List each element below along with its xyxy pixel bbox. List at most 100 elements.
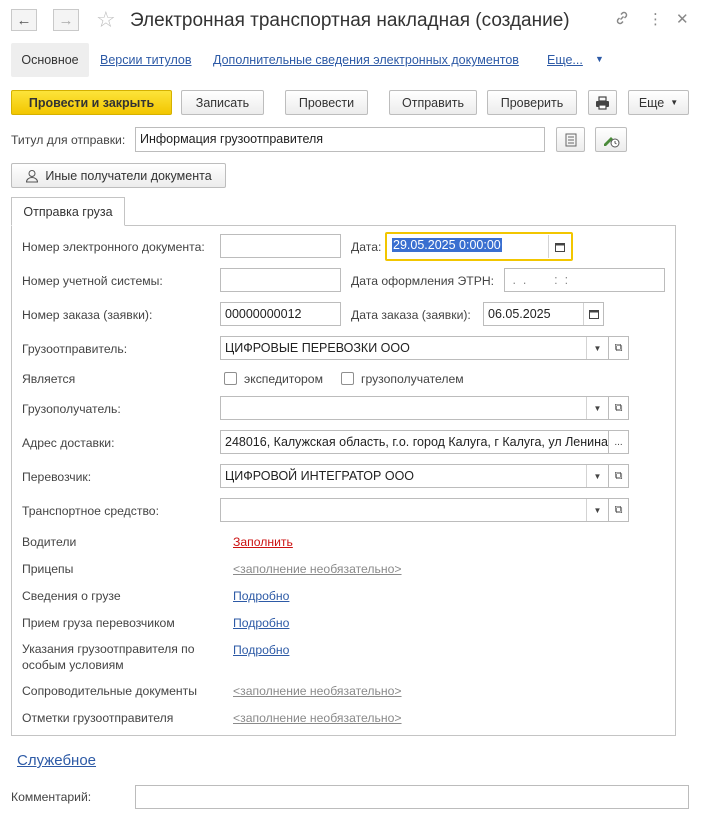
account-number-field[interactable] xyxy=(220,268,341,292)
doc-number-label: Номер электронного документа: xyxy=(22,240,205,254)
marks-link[interactable]: <заполнение необязательно> xyxy=(233,711,402,725)
docs-link[interactable]: <заполнение необязательно> xyxy=(233,684,402,698)
shipper-label: Грузоотправитель: xyxy=(22,342,128,356)
tab-shipping[interactable]: Отправка груза xyxy=(11,197,125,226)
star-icon[interactable]: ☆ xyxy=(96,9,116,31)
consignee-dropdown-button[interactable]: ▼ xyxy=(586,397,608,419)
chevron-down-icon: ▼ xyxy=(593,403,602,413)
print-button[interactable] xyxy=(588,90,617,115)
forward-button[interactable]: → xyxy=(53,9,79,31)
date-label: Дата: xyxy=(351,240,382,254)
docs-label: Сопроводительные документы xyxy=(22,684,197,698)
post-and-close-button[interactable]: Провести и закрыть xyxy=(11,90,172,115)
section-main[interactable]: Основное xyxy=(11,43,89,77)
date-calendar-button[interactable] xyxy=(548,235,570,258)
forwarder-checkbox[interactable] xyxy=(224,372,237,385)
close-icon[interactable]: ✕ xyxy=(676,10,689,28)
order-date-value: 06.05.2025 xyxy=(488,307,551,321)
section-extra-info-link[interactable]: Дополнительные сведения электронных доку… xyxy=(213,53,519,67)
comment-label: Комментарий: xyxy=(11,790,92,804)
list-button[interactable] xyxy=(556,127,585,152)
title-send-field[interactable]: Информация грузоотправителя xyxy=(135,127,545,152)
consignee-field[interactable]: ▼ xyxy=(220,396,609,420)
open-icon: ⧉ xyxy=(614,469,623,482)
vehicle-label: Транспортное средство: xyxy=(22,504,159,518)
chevron-down-icon: ▼ xyxy=(670,98,679,107)
post-button[interactable]: Провести xyxy=(285,90,368,115)
user-icon xyxy=(26,169,39,182)
consignee-open-button[interactable]: ⧉ xyxy=(609,396,629,420)
address-select-button[interactable]: ... xyxy=(609,430,629,454)
comment-field[interactable] xyxy=(135,785,689,809)
more-actions-button[interactable]: Еще ▼ xyxy=(628,90,689,115)
carrier-dropdown-button[interactable]: ▼ xyxy=(586,465,608,487)
consignee-label: Грузополучатель: xyxy=(22,402,121,416)
other-recipients-button[interactable]: Иные получатели документа xyxy=(11,163,226,188)
chevron-down-icon: ▼ xyxy=(593,505,602,515)
consignee-checkbox-label: грузополучателем xyxy=(361,372,464,386)
pen-clock-icon xyxy=(604,136,620,147)
instructions-details-link[interactable]: Подробно xyxy=(233,643,289,657)
vehicle-field[interactable]: ▼ xyxy=(220,498,609,522)
consignee-checkbox[interactable] xyxy=(341,372,354,385)
open-icon: ⧉ xyxy=(614,341,623,354)
send-button[interactable]: Отправить xyxy=(389,90,477,115)
arrow-left-icon: ← xyxy=(16,11,32,29)
more-actions-label: Еще xyxy=(638,95,665,110)
vehicle-open-button[interactable]: ⧉ xyxy=(609,498,629,522)
chevron-down-icon: ▼ xyxy=(593,343,602,353)
back-button[interactable]: ← xyxy=(11,9,37,31)
service-group-link[interactable]: Служебное xyxy=(17,752,96,769)
shipper-dropdown-button[interactable]: ▼ xyxy=(586,337,608,359)
section-more-link[interactable]: Еще... xyxy=(547,53,583,67)
address-label: Адрес доставки: xyxy=(22,436,115,450)
cargo-label: Сведения о грузе xyxy=(22,589,121,603)
carrier-label: Перевозчик: xyxy=(22,470,92,484)
address-field[interactable]: 248016, Калужская область, г.о. город Ка… xyxy=(220,430,609,454)
carrier-field[interactable]: ЦИФРОВОЙ ИНТЕГРАТОР ООО ▼ xyxy=(220,464,609,488)
ellipsis-icon: ... xyxy=(614,436,623,448)
instructions-label-2: особым условиям xyxy=(22,658,124,672)
open-icon: ⧉ xyxy=(614,401,623,414)
open-icon: ⧉ xyxy=(614,503,623,516)
section-versions-link[interactable]: Версии титулов xyxy=(100,53,192,67)
shipper-value: ЦИФРОВЫЕ ПЕРЕВОЗКИ ООО xyxy=(225,341,410,355)
forwarder-label: экспедитором xyxy=(244,372,323,386)
printer-icon xyxy=(596,95,609,110)
order-date-calendar-button[interactable] xyxy=(583,303,603,325)
order-date-label: Дата заказа (заявки): xyxy=(351,308,471,322)
trailers-label: Прицепы xyxy=(22,562,74,576)
is-label: Является xyxy=(22,372,76,386)
check-button[interactable]: Проверить xyxy=(487,90,577,115)
acceptance-details-link[interactable]: Подробно xyxy=(233,616,289,630)
shipper-field[interactable]: ЦИФРОВЫЕ ПЕРЕВОЗКИ ООО ▼ xyxy=(220,336,609,360)
shipper-open-button[interactable]: ⧉ xyxy=(609,336,629,360)
drivers-fill-link[interactable]: Заполнить xyxy=(233,535,293,549)
etrn-date-label: Дата оформления ЭТРН: xyxy=(351,274,495,288)
trailers-link[interactable]: <заполнение необязательно> xyxy=(233,562,402,576)
vehicle-dropdown-button[interactable]: ▼ xyxy=(586,499,608,521)
instructions-label-1: Указания грузоотправителя по xyxy=(22,642,195,656)
acceptance-label: Прием груза перевозчиком xyxy=(22,616,175,630)
chevron-down-icon: ▼ xyxy=(593,471,602,481)
account-number-label: Номер учетной системы: xyxy=(22,274,163,288)
vertical-dots-icon[interactable]: ⋮ xyxy=(648,10,663,28)
chevron-down-icon: ▼ xyxy=(595,54,604,64)
cargo-details-link[interactable]: Подробно xyxy=(233,589,289,603)
sign-button[interactable] xyxy=(595,127,627,152)
arrow-right-icon: → xyxy=(58,11,74,29)
etrn-date-field[interactable]: . . : : xyxy=(504,268,665,292)
window-title: Электронная транспортная накладная (созд… xyxy=(130,10,570,31)
order-number-label: Номер заказа (заявки): xyxy=(22,308,153,322)
order-number-field[interactable]: 00000000012 xyxy=(220,302,341,326)
date-value: 29.05.2025 0:00:00 xyxy=(392,238,502,252)
order-date-field[interactable]: 06.05.2025 xyxy=(483,302,604,326)
calendar-icon xyxy=(588,310,599,319)
calendar-icon xyxy=(554,242,565,252)
carrier-open-button[interactable]: ⧉ xyxy=(609,464,629,488)
date-field[interactable]: 29.05.2025 0:00:00 xyxy=(388,235,570,258)
doc-number-field[interactable] xyxy=(220,234,341,258)
link-icon[interactable] xyxy=(614,10,630,31)
marks-label: Отметки грузоотправителя xyxy=(22,711,174,725)
save-button[interactable]: Записать xyxy=(181,90,264,115)
